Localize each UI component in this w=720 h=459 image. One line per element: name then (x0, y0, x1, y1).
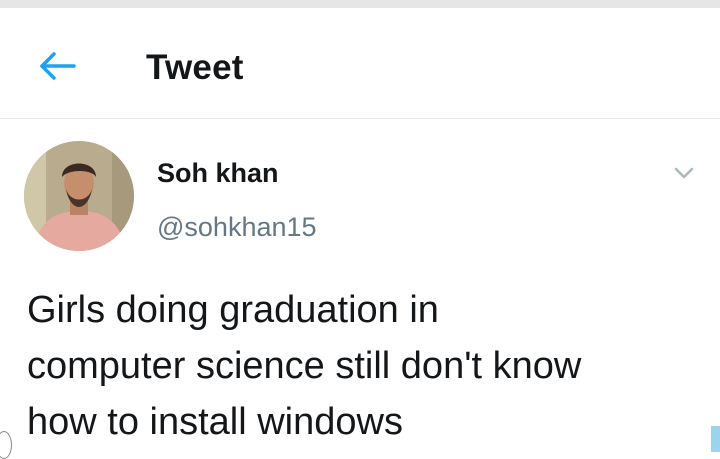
avatar[interactable] (24, 141, 134, 251)
edge-blue-fragment (711, 426, 720, 452)
edge-circle-fragment (0, 431, 12, 459)
profile-photo (24, 141, 134, 251)
tweet-menu-button[interactable] (662, 158, 706, 190)
display-name[interactable]: Soh khan (157, 157, 279, 189)
page-title: Tweet (146, 48, 244, 87)
status-bar-strip (0, 0, 720, 8)
chevron-down-icon (674, 167, 694, 179)
back-button[interactable] (30, 44, 82, 88)
arrow-left-icon (40, 52, 76, 80)
user-handle: @sohkhan15 (157, 212, 317, 242)
tweet-text: Girls doing graduation in computer scien… (27, 289, 582, 443)
app-header: Tweet (0, 8, 720, 119)
